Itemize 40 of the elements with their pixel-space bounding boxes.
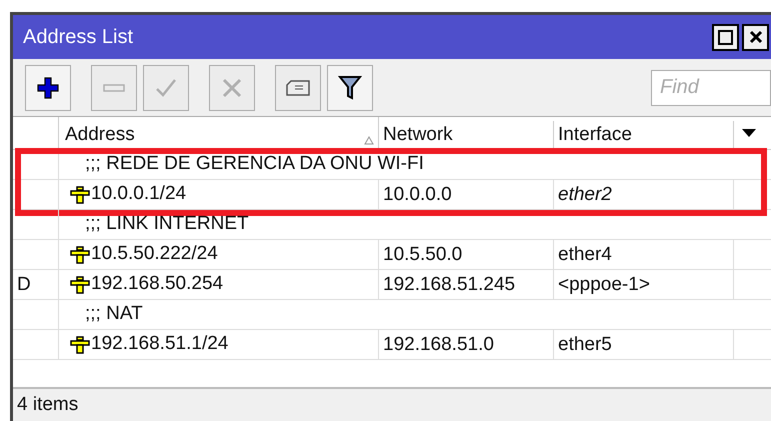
- status-text: 4 items: [17, 392, 78, 417]
- cross-icon: [221, 76, 243, 98]
- interface-cell: ether5: [554, 330, 734, 359]
- network-cell: 10.0.0.0: [379, 180, 554, 209]
- address-cell-text: 10.5.50.222/24: [91, 242, 218, 266]
- sort-icon: [364, 136, 374, 145]
- address-icon: [69, 186, 91, 204]
- checkmark-icon: [154, 76, 178, 98]
- column-header[interactable]: Address: [65, 120, 135, 149]
- address-icon: [69, 336, 91, 354]
- comment-text: ;;; NAT: [84, 302, 143, 326]
- interface-cell: ether4: [554, 240, 734, 269]
- comment-text: ;;; REDE DE GERENCIA DA ONU WI-FI: [84, 152, 424, 176]
- address-cell-text: 192.168.51.1/24: [91, 332, 228, 356]
- maximize-icon: [718, 30, 733, 44]
- address-icon: [69, 276, 91, 294]
- network-cell: 192.168.51.245: [379, 270, 554, 299]
- comment-text: ;;; LINK INTERNET: [84, 212, 249, 236]
- filter-button[interactable]: [327, 64, 373, 110]
- network-cell: 192.168.51.0: [379, 330, 554, 359]
- column-header[interactable]: Interface: [554, 120, 734, 149]
- close-button[interactable]: [742, 24, 769, 50]
- address-cell-text: 192.168.50.254: [91, 272, 224, 296]
- add-button[interactable]: [25, 64, 71, 110]
- address-icon: [69, 246, 91, 264]
- maximize-button[interactable]: [712, 24, 739, 50]
- close-icon: [748, 30, 762, 44]
- find-field[interactable]: Find: [651, 70, 771, 106]
- address-cell-text: 10.0.0.1/24: [91, 182, 186, 206]
- interface-cell: ether2: [554, 180, 734, 209]
- dropdown-icon: [742, 129, 756, 137]
- window-title: Address List: [23, 25, 134, 50]
- plus-icon: [36, 76, 60, 100]
- interface-cell: <pppoe-1>: [554, 270, 734, 299]
- note-icon: [285, 78, 311, 98]
- filter-icon: [338, 74, 362, 100]
- network-cell: 10.5.50.0: [379, 240, 554, 269]
- minus-icon: [102, 82, 126, 94]
- column-header[interactable]: Network: [379, 120, 554, 149]
- flag-cell: D: [13, 270, 59, 299]
